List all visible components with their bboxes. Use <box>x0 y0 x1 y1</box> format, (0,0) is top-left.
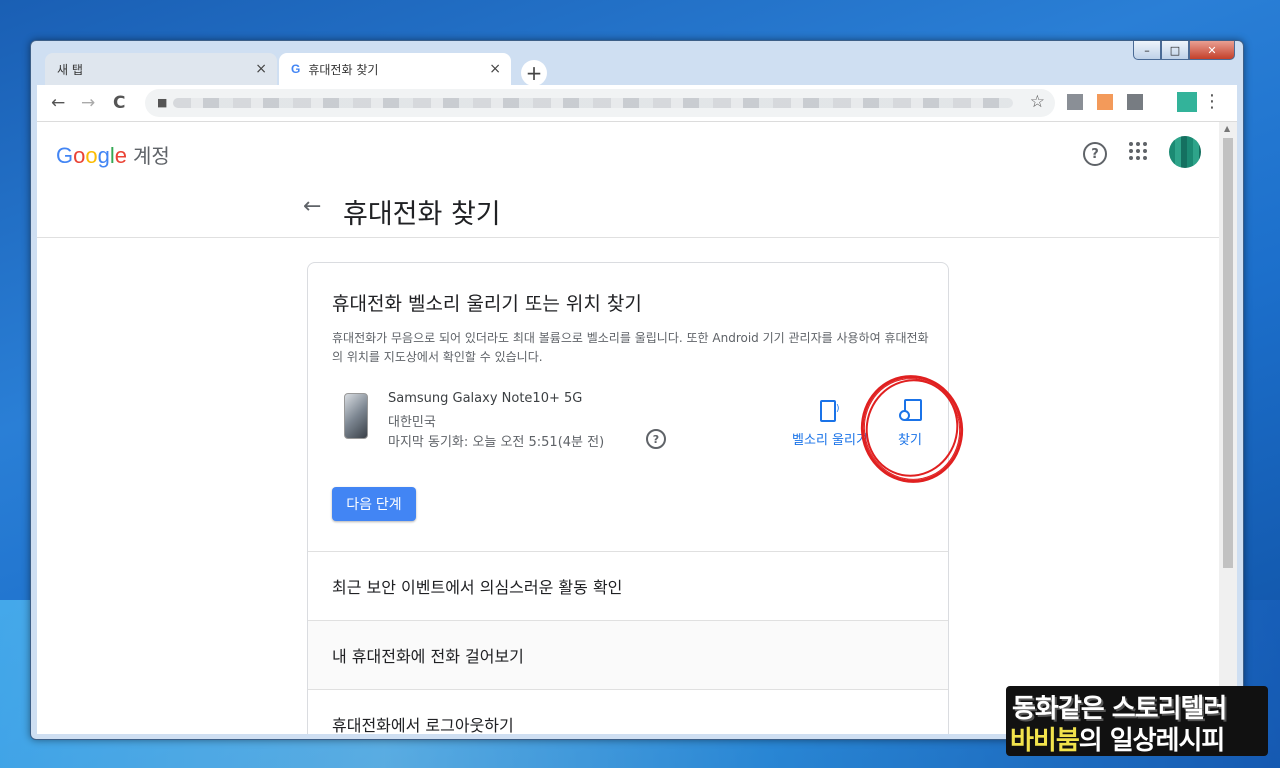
bookmark-star-icon[interactable]: ☆ <box>1030 92 1045 112</box>
red-annotation-circle <box>853 367 971 489</box>
tab-find-phone[interactable]: G 휴대전화 찾기 × <box>279 53 511 85</box>
browser-toolbar: ← → C ■ ☆ ⋮ <box>37 85 1237 122</box>
card-description: 휴대전화가 무음으로 되어 있더라도 최대 볼륨으로 벨소리를 울립니다. 또한… <box>332 331 929 364</box>
menu-icon[interactable]: ⋮ <box>1203 91 1221 112</box>
logo-letter: o <box>85 143 98 168</box>
list-item[interactable]: 휴대전화에서 로그아웃하기 <box>308 689 948 734</box>
account-label: 계정 <box>133 146 170 168</box>
logo-letter: g <box>97 143 110 168</box>
google-account-header: Google 계정 ? ← 휴대전화 찾기 <box>37 122 1219 238</box>
tab-label: 휴대전화 찾기 <box>308 62 379 77</box>
back-arrow-icon[interactable]: ← <box>303 194 321 219</box>
watermark-rest: 의 일상레시피 <box>1078 726 1226 756</box>
find-phone-card: 휴대전화 벨소리 울리기 또는 위치 찾기 휴대전화가 무음으로 되어 있더라도… <box>307 262 974 734</box>
device-name: Samsung Galaxy Note10+ 5G <box>388 391 583 406</box>
scrollbar-thumb[interactable] <box>1223 138 1233 568</box>
forward-button[interactable]: → <box>81 93 95 113</box>
avatar[interactable] <box>1169 136 1201 168</box>
google-account-logo[interactable]: Google 계정 <box>56 140 170 169</box>
watermark-highlight: 바비붐 <box>1010 726 1080 756</box>
tab-strip: 새 탭 × G 휴대전화 찾기 × + <box>37 49 1237 86</box>
extension-icon[interactable] <box>1097 94 1113 110</box>
extension-icon[interactable] <box>1067 94 1083 110</box>
page-title: 휴대전화 찾기 <box>343 199 501 230</box>
tab-label: 새 탭 <box>57 62 83 77</box>
list-item[interactable]: 최근 보안 이벤트에서 의심스러운 활동 확인 <box>308 551 948 620</box>
extension-icon[interactable] <box>1127 94 1143 110</box>
next-step-button[interactable]: 다음 단계 <box>332 487 416 521</box>
new-tab-button[interactable]: + <box>521 60 547 86</box>
back-button[interactable]: ← <box>51 93 65 113</box>
help-icon[interactable]: ? <box>1083 142 1107 166</box>
reload-button[interactable]: C <box>113 93 125 113</box>
lock-icon: ■ <box>157 96 168 109</box>
page-scrollbar[interactable]: ▲ <box>1219 122 1237 734</box>
profile-icon[interactable] <box>1177 92 1197 112</box>
blurred-url <box>173 98 1013 108</box>
apps-grid-icon[interactable] <box>1129 142 1147 160</box>
ring-phone-icon <box>820 400 836 422</box>
close-icon[interactable]: × <box>255 61 267 77</box>
scroll-up-icon[interactable]: ▲ <box>1224 124 1230 133</box>
page-content: Google 계정 ? ← 휴대전화 찾기 휴대전화 벨소리 울리기 또는 위치 … <box>37 122 1219 734</box>
sound-waves-icon: ) <box>836 404 840 414</box>
watermark: 동화같은 스토리텔러 바비붐의 일상레시피 <box>1006 686 1268 756</box>
watermark-line2: 바비붐의 일상레시피 <box>1010 720 1226 757</box>
logo-letter: G <box>56 143 74 168</box>
card-heading: 휴대전화 벨소리 울리기 또는 위치 찾기 <box>332 293 642 315</box>
phone-image <box>344 393 368 439</box>
close-icon[interactable]: × <box>489 61 501 77</box>
browser-window: – □ ✕ 새 탭 × G 휴대전화 찾기 × + ← → C ■ ☆ ⋮ Go… <box>30 40 1244 740</box>
device-last-sync: 마지막 동기화: 오늘 오전 5:51(4분 전) <box>388 435 605 450</box>
list-item[interactable]: 내 휴대전화에 전화 걸어보기 <box>308 620 948 689</box>
logo-letter: o <box>73 143 86 168</box>
google-favicon-icon: G <box>291 62 301 76</box>
help-icon[interactable]: ? <box>646 429 666 449</box>
device-country: 대한민국 <box>388 415 436 430</box>
logo-letter: e <box>114 143 128 168</box>
address-bar[interactable]: ■ ☆ <box>145 89 1055 117</box>
tab-new-tab[interactable]: 새 탭 × <box>45 53 277 85</box>
